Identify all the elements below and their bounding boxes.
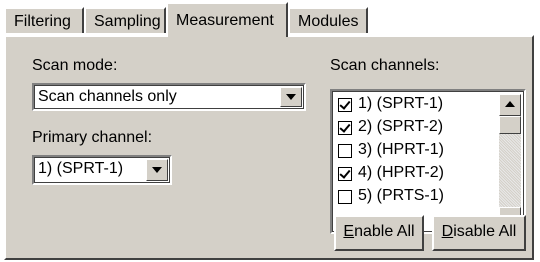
scan-channels-label: Scan channels:	[330, 57, 440, 74]
scroll-thumb[interactable]	[499, 116, 521, 134]
channel-label: 4) (HPRT-2)	[358, 164, 444, 181]
tab-modules[interactable]: Modules	[288, 7, 368, 33]
enable-all-mnemonic: E	[343, 223, 355, 240]
channel-label: 1) (SPRT-1)	[358, 95, 444, 112]
tab-measurement[interactable]: Measurement	[166, 2, 288, 37]
primary-channel-dropdown-button[interactable]	[146, 159, 168, 181]
tab-sampling[interactable]: Sampling	[84, 7, 166, 33]
tab-measurement-label: Measurement	[176, 12, 274, 29]
primary-channel-value: 1) (SPRT-1)	[38, 160, 124, 177]
channel-checkbox[interactable]	[338, 144, 352, 158]
checkmark-icon	[339, 167, 351, 179]
scan-mode-dropdown[interactable]: Scan channels only	[32, 83, 306, 111]
scan-channels-list[interactable]: 1) (SPRT-1) 2) (SPRT-2) 3) (HPRT-1) 4) (…	[330, 89, 526, 234]
scan-mode-dropdown-button[interactable]	[280, 87, 302, 107]
channel-label: 2) (SPRT-2)	[358, 118, 444, 135]
channel-label: 5) (PRTS-1)	[358, 187, 444, 204]
scan-mode-label: Scan mode:	[32, 57, 118, 74]
measurement-panel: Scan mode: Scan channels only Primary ch…	[4, 35, 534, 260]
tab-filtering[interactable]: Filtering	[4, 7, 84, 33]
primary-channel-dropdown[interactable]: 1) (SPRT-1)	[32, 155, 172, 185]
chevron-down-icon	[286, 94, 296, 100]
disable-all-label: isable All	[453, 223, 517, 240]
tab-sampling-label: Sampling	[94, 13, 161, 30]
channel-checkbox[interactable]	[338, 121, 352, 135]
scan-mode-value: Scan channels only	[38, 88, 177, 105]
arrow-up-icon	[505, 101, 515, 107]
enable-all-label: nable All	[354, 223, 415, 240]
channel-checkbox[interactable]	[338, 98, 352, 112]
tab-strip: Filtering Sampling Measurement Modules	[0, 0, 540, 37]
primary-channel-label: Primary channel:	[32, 129, 153, 146]
scroll-up-button[interactable]	[499, 94, 521, 116]
channel-label: 3) (HPRT-1)	[358, 141, 444, 158]
checkmark-icon	[339, 121, 351, 133]
vertical-scrollbar[interactable]	[499, 94, 521, 229]
disable-all-mnemonic: D	[441, 223, 454, 240]
tab-modules-label: Modules	[298, 13, 359, 30]
tab-filtering-label: Filtering	[14, 13, 71, 30]
checkmark-icon	[339, 98, 351, 110]
chevron-down-icon	[152, 167, 162, 173]
enable-all-button[interactable]: Enable All	[334, 215, 424, 251]
channel-checkbox[interactable]	[338, 167, 352, 181]
disable-all-button[interactable]: Disable All	[432, 215, 526, 251]
channel-checkbox[interactable]	[338, 190, 352, 204]
